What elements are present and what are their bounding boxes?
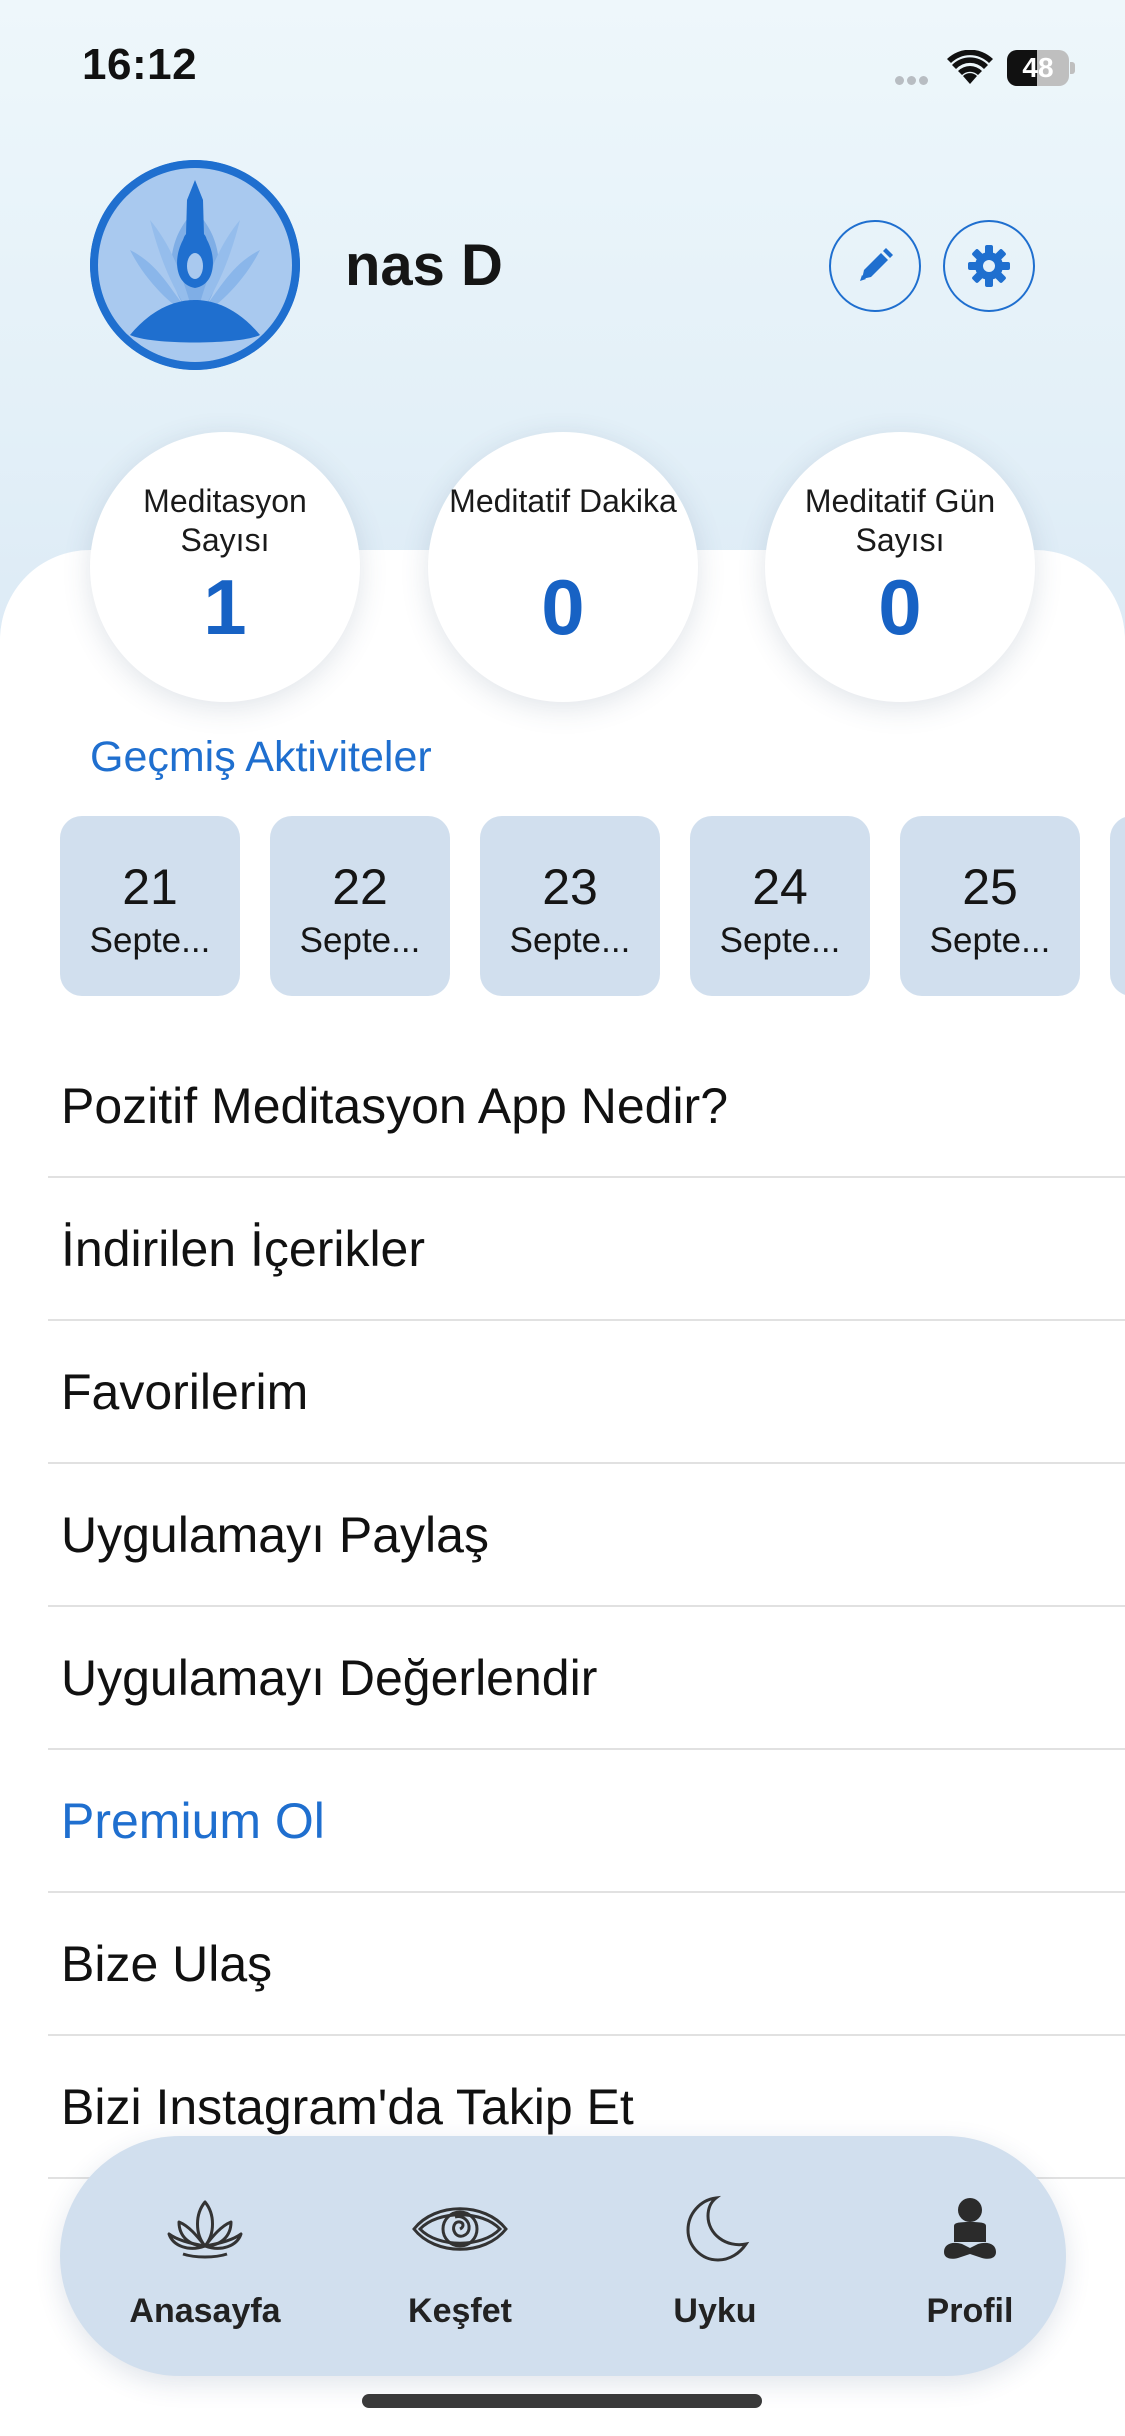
stat-label: Meditatif Gün Sayısı [804,483,996,558]
menu-item-label: İndirilen İçerikler [61,1221,426,1277]
tab-home[interactable]: Anasayfa [95,2136,315,2376]
stat-meditation-count: Meditasyon Sayısı 1 [90,432,360,702]
day-number: 23 [542,859,598,915]
day-card[interactable]: 22 Septe... [270,816,450,996]
history-title: Geçmiş Aktiviteler [90,733,432,781]
tab-label: Keşfet [408,2292,512,2330]
menu-item-favorites[interactable]: Favorilerim [0,1321,1125,1464]
stat-label: Meditatif Dakika [449,483,677,519]
eye-spiral-icon [410,2191,510,2267]
lotus-icon [155,2191,255,2267]
edit-profile-button[interactable] [829,220,921,312]
day-number: 25 [962,859,1018,915]
status-time: 16:12 [82,40,198,89]
day-card[interactable]: 25 Septe... [900,816,1080,996]
menu-item-share-app[interactable]: Uygulamayı Paylaş [0,1464,1125,1607]
menu-item-label: Bize Ulaş [61,1936,273,1992]
user-name: nas D [345,233,503,298]
tab-label: Anasayfa [129,2292,281,2330]
stat-value: 0 [878,563,922,651]
profile-menu-list: Pozitif Meditasyon App Nedir? İndirilen … [0,1035,1125,2179]
battery-icon: 48 [1007,50,1075,86]
tab-bar: Anasayfa Keşfet Uyku Profil [60,2136,1066,2376]
day-month: Septe... [509,921,631,960]
tab-profile[interactable]: Profil [860,2136,1080,2376]
gear-icon [968,245,1010,287]
day-month: Septe... [929,921,1051,960]
menu-item-label: Premium Ol [61,1793,325,1849]
meditating-person-icon [920,2191,1020,2267]
lotus-avatar-icon [90,160,300,370]
menu-item-go-premium[interactable]: Premium Ol [0,1750,1125,1893]
moon-icon [665,2191,765,2267]
menu-item-rate-app[interactable]: Uygulamayı Değerlendir [0,1607,1125,1750]
status-bar: 16:12 48 [0,0,1125,130]
menu-item-label: Bizi Instagram'da Takip Et [61,2079,634,2135]
day-card[interactable]: 21 Septe... [60,816,240,996]
day-card[interactable]: 24 Septe... [690,816,870,996]
tab-label: Uyku [673,2292,757,2330]
stat-meditative-minutes: Meditatif Dakika 0 [428,432,698,702]
menu-item-about-app[interactable]: Pozitif Meditasyon App Nedir? [0,1035,1125,1178]
tab-discover[interactable]: Keşfet [350,2136,570,2376]
tab-sleep[interactable]: Uyku [605,2136,825,2376]
day-card[interactable]: 23 Septe... [480,816,660,996]
stat-value: 0 [541,563,585,651]
day-month: Septe... [89,921,211,960]
day-number: 21 [122,859,178,915]
tab-label: Profil [926,2292,1014,2330]
pencil-icon [860,248,893,281]
day-number: 22 [332,859,388,915]
home-indicator [362,2394,762,2408]
menu-item-label: Favorilerim [61,1364,309,1420]
menu-item-label: Uygulamayı Değerlendir [61,1650,598,1706]
day-month: Septe... [719,921,841,960]
cellular-signal-icon [895,72,933,85]
menu-item-label: Pozitif Meditasyon App Nedir? [61,1078,729,1134]
stat-meditative-days: Meditatif Gün Sayısı 0 [765,432,1035,702]
stat-value: 1 [203,563,247,651]
menu-item-downloads[interactable]: İndirilen İçerikler [0,1178,1125,1321]
menu-item-contact-us[interactable]: Bize Ulaş [0,1893,1125,2036]
menu-item-label: Uygulamayı Paylaş [61,1507,489,1563]
avatar[interactable] [90,160,300,370]
day-number: 24 [752,859,808,915]
history-day-strip[interactable]: 21 Septe... 22 Septe... 23 Septe... 24 S… [60,816,1125,996]
wifi-icon [947,49,993,86]
stat-label: Meditasyon Sayısı [143,483,307,558]
day-month: Septe... [299,921,421,960]
settings-button[interactable] [943,220,1035,312]
day-card[interactable] [1110,816,1125,996]
battery-level: 48 [1022,52,1054,83]
